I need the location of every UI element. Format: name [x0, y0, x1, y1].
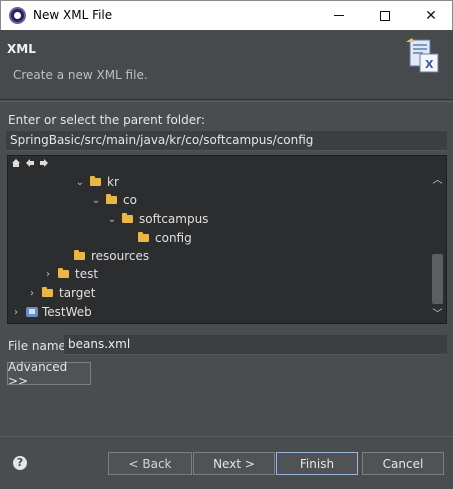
chevron-right-icon[interactable]: ›	[42, 269, 54, 280]
parent-folder-label: Enter or select the parent folder:	[8, 113, 205, 127]
footer-separator	[0, 436, 453, 437]
folder-icon	[138, 232, 149, 242]
folder-icon	[90, 176, 101, 186]
chevron-right-icon[interactable]: ›	[10, 307, 22, 318]
finish-button[interactable]: Finish	[276, 452, 358, 475]
tree-item-label: co	[123, 193, 137, 207]
folder-tree[interactable]: ⌄ kr ⌄ co ⌄ softcampus config resources …	[7, 155, 447, 324]
advanced-button[interactable]: Advanced >>	[7, 360, 91, 388]
wizard-banner: XML Create a new XML file. X	[0, 30, 453, 100]
eclipse-icon	[9, 7, 26, 24]
help-icon[interactable]: ?	[13, 456, 27, 470]
file-name-field[interactable]: beans.xml	[64, 335, 447, 355]
scrollbar-thumb[interactable]	[432, 254, 443, 304]
tree-item-resources[interactable]: resources	[74, 247, 149, 265]
cancel-button[interactable]: Cancel	[362, 452, 444, 475]
tree-item-config[interactable]: config	[138, 229, 192, 247]
parent-folder-field[interactable]: SpringBasic/src/main/java/kr/co/softcamp…	[6, 131, 447, 151]
tree-item-test[interactable]: › test	[42, 265, 98, 283]
forward-icon[interactable]	[39, 158, 49, 168]
tree-toolbar	[11, 158, 49, 172]
wizard-heading: XML	[7, 42, 36, 56]
folder-icon	[106, 194, 117, 204]
tree-item-label: TestWeb	[42, 305, 92, 319]
tree-item-co[interactable]: ⌄ co	[90, 191, 137, 209]
minimize-icon	[334, 15, 344, 16]
tree-item-label: config	[155, 231, 192, 245]
maximize-button[interactable]	[362, 1, 408, 30]
tree-item-label: test	[75, 267, 99, 281]
title-bar: New XML File ✕	[0, 0, 453, 30]
chevron-down-icon[interactable]: ⌄	[106, 214, 118, 225]
tree-item-label: softcampus	[139, 212, 209, 226]
window-title: New XML File	[33, 8, 113, 22]
scroll-down-icon[interactable]: ﹀	[429, 306, 446, 323]
folder-icon	[74, 250, 85, 260]
close-button[interactable]: ✕	[408, 1, 453, 30]
folder-icon	[58, 268, 69, 278]
back-button[interactable]: < Back	[108, 452, 192, 475]
tree-item-label: target	[59, 286, 96, 300]
file-name-label: File name:	[8, 339, 70, 353]
tree-item-label: resources	[91, 249, 150, 263]
tree-item-label: kr	[107, 175, 119, 189]
tree-item-kr[interactable]: ⌄ kr	[74, 173, 119, 191]
tree-item-target[interactable]: › target	[26, 284, 96, 302]
next-button[interactable]: Next >	[193, 452, 275, 475]
chevron-right-icon[interactable]: ›	[26, 288, 38, 299]
home-icon[interactable]	[11, 158, 21, 168]
folder-icon	[42, 287, 53, 297]
tree-scrollbar[interactable]: ︿ ﹀	[429, 156, 446, 323]
folder-icon	[122, 213, 133, 223]
chevron-down-icon[interactable]: ⌄	[74, 177, 86, 188]
xml-file-icon: X	[406, 38, 439, 73]
web-project-icon	[26, 307, 38, 317]
banner-separator	[0, 101, 453, 102]
wizard-description: Create a new XML file.	[13, 68, 148, 82]
scroll-up-icon[interactable]: ︿	[429, 172, 446, 189]
minimize-button[interactable]	[316, 1, 362, 30]
maximize-icon	[380, 10, 390, 21]
svg-text:X: X	[425, 58, 434, 71]
close-icon: ✕	[425, 7, 437, 24]
back-icon[interactable]	[25, 158, 35, 168]
chevron-down-icon[interactable]: ⌄	[90, 195, 102, 206]
tree-item-softcampus[interactable]: ⌄ softcampus	[106, 210, 209, 228]
tree-item-testweb[interactable]: › TestWeb	[10, 303, 92, 321]
